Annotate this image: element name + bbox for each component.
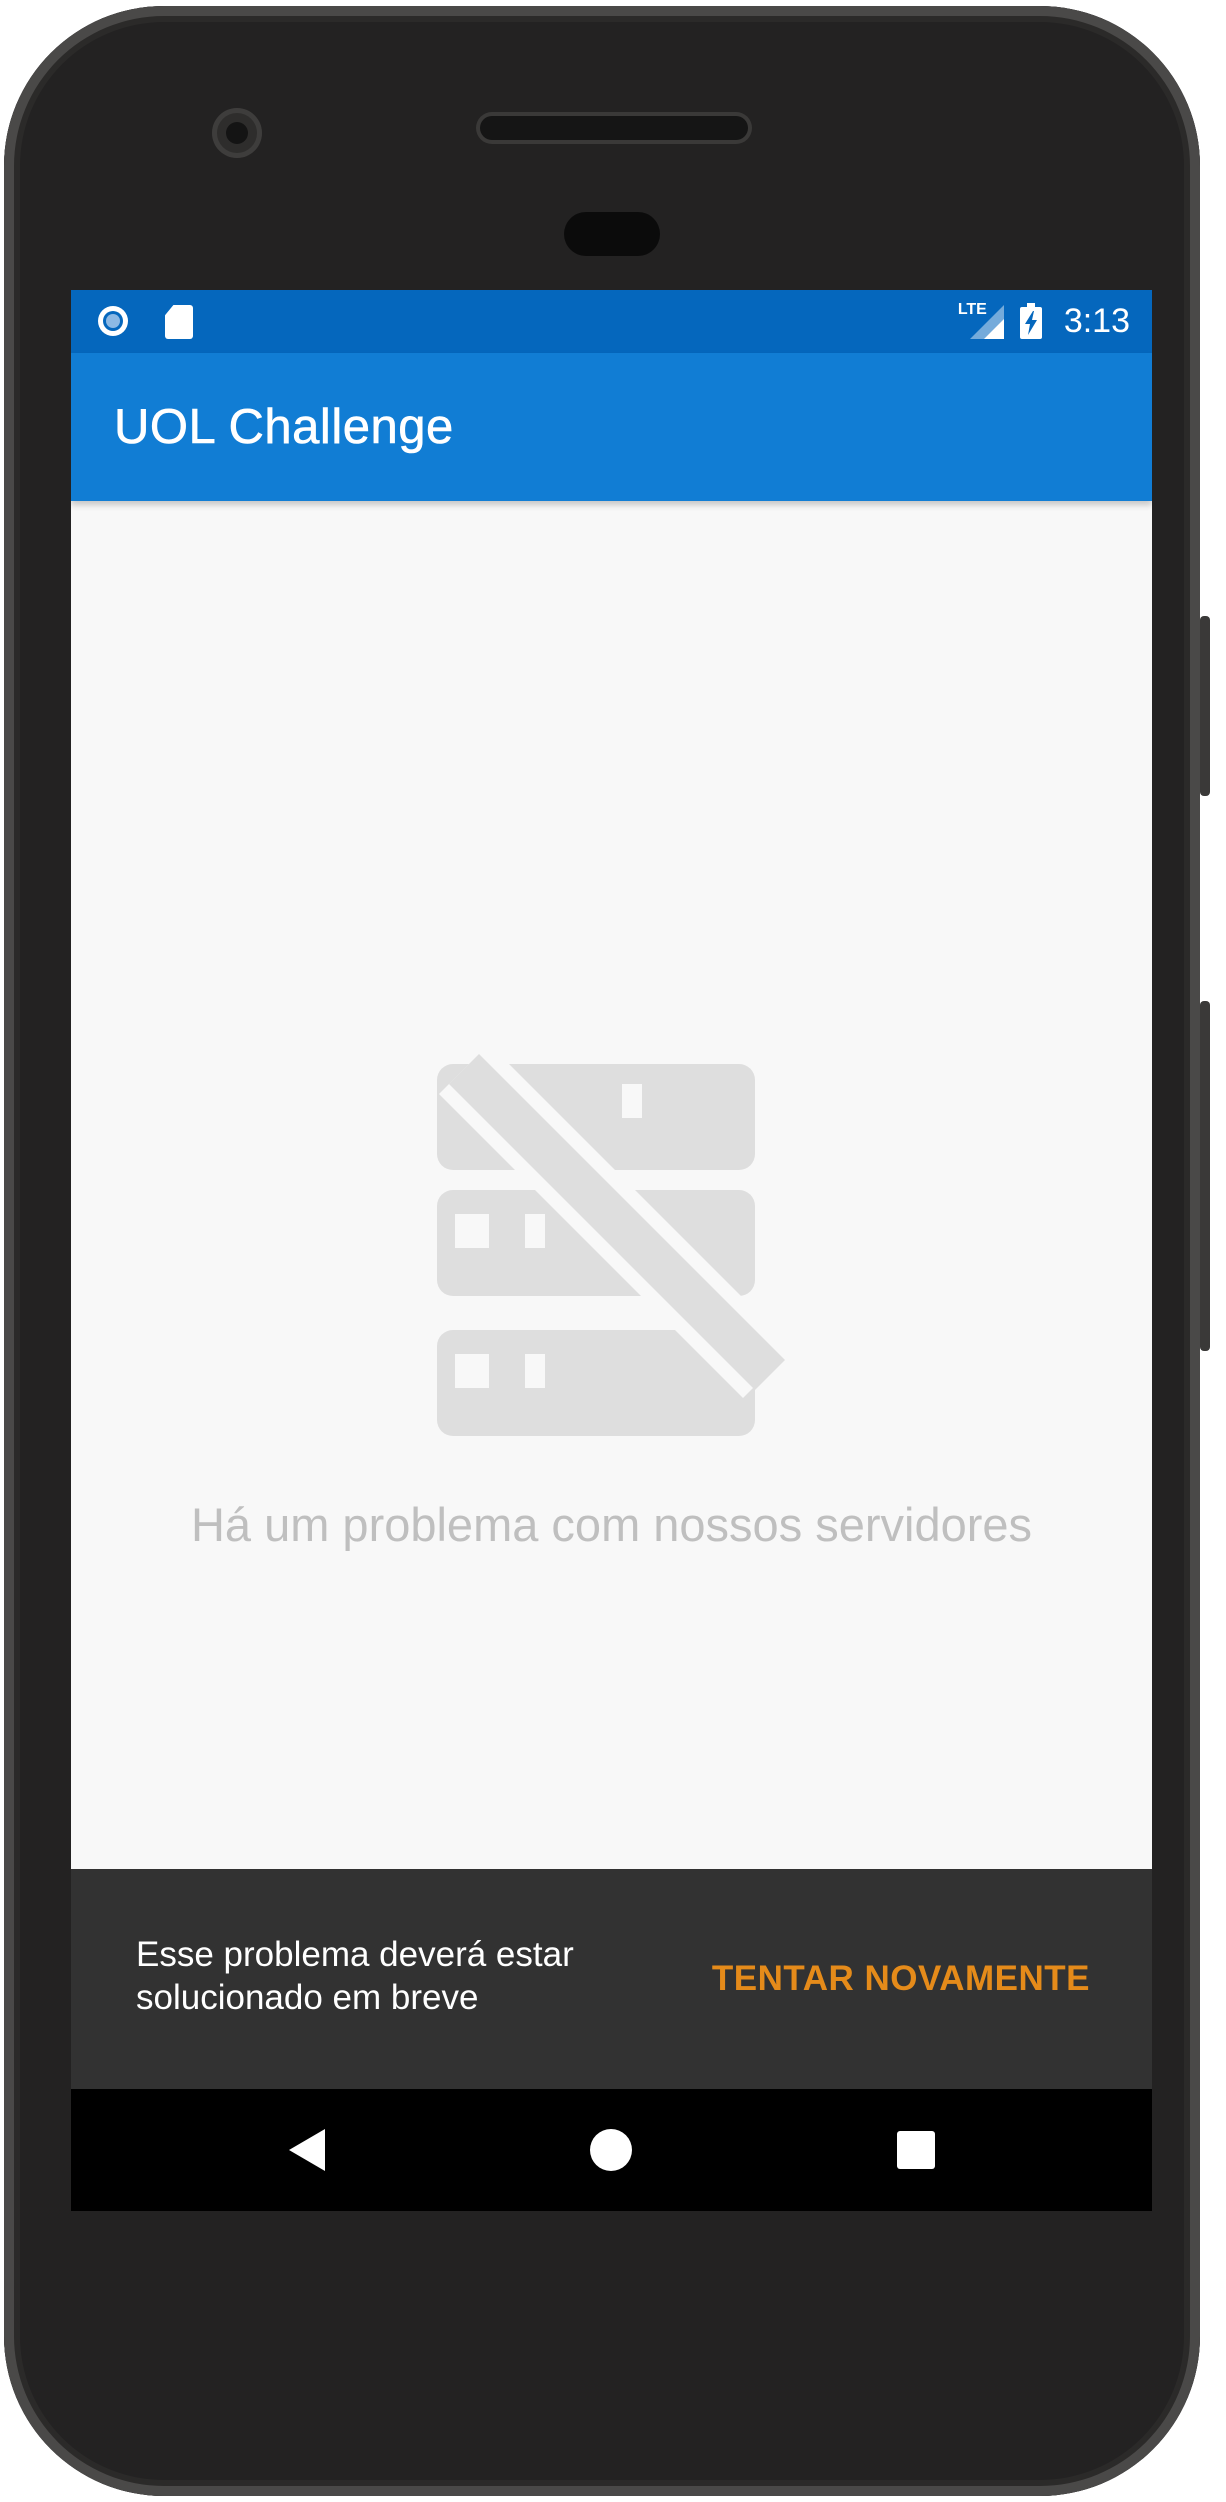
- recents-icon: [897, 2131, 935, 2169]
- snackbar-message: Esse problema deverá estar solucionado e…: [136, 1935, 574, 2017]
- radio-button-icon: [98, 306, 128, 336]
- server-off-icon: [417, 1042, 817, 1447]
- status-bar: LTE 3:13: [71, 290, 1152, 353]
- home-icon: [590, 2129, 632, 2171]
- power-button: [1200, 616, 1210, 796]
- sd-card-icon: [165, 305, 193, 339]
- earpiece-speaker: [480, 116, 748, 140]
- home-button[interactable]: [541, 2089, 681, 2211]
- clock: 3:13: [1063, 301, 1130, 340]
- volume-button: [1200, 1001, 1210, 1351]
- back-icon: [289, 2129, 325, 2171]
- back-button[interactable]: [237, 2089, 377, 2211]
- navigation-bar: [71, 2089, 1152, 2211]
- app-title: UOL Challenge: [114, 400, 454, 455]
- front-camera: [212, 108, 262, 158]
- error-message: Há um problema com nossos servidores: [190, 1498, 1033, 1551]
- app-bar: UOL Challenge: [71, 353, 1152, 501]
- recents-button[interactable]: [846, 2089, 986, 2211]
- screen: LTE 3:13 UOL Challenge Há um problema co…: [71, 290, 1152, 2211]
- phone-frame: LTE 3:13 UOL Challenge Há um problema co…: [4, 6, 1210, 2496]
- battery-charging-icon: [1019, 303, 1042, 339]
- retry-button[interactable]: TENTAR NOVAMENTE: [712, 1959, 1090, 1999]
- status-bar-right: LTE 3:13: [958, 298, 1130, 344]
- snackbar: Esse problema deverá estar solucionado e…: [71, 1869, 1152, 2089]
- lte-signal-icon: LTE: [958, 301, 1006, 341]
- proximity-sensor: [564, 212, 660, 256]
